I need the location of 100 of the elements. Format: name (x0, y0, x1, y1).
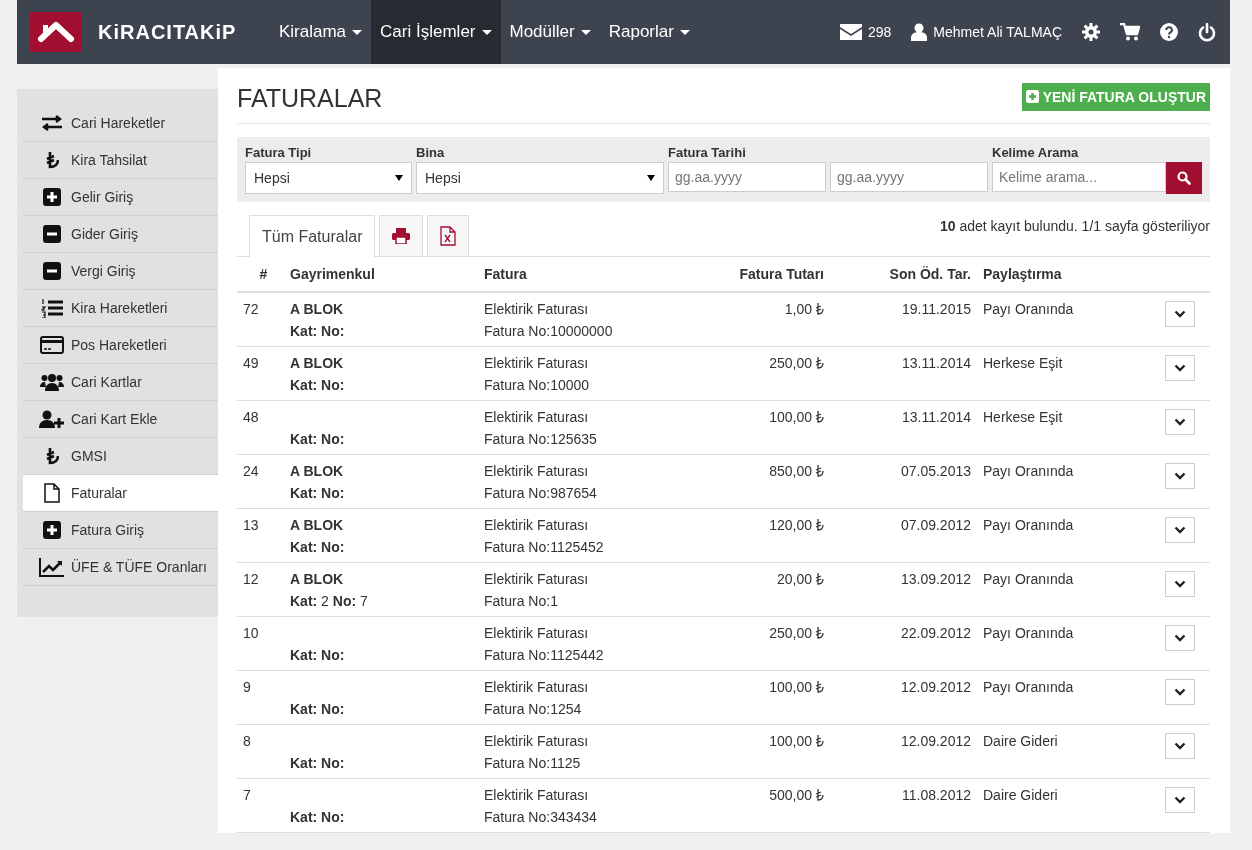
unit-info: Kat: No: (290, 430, 345, 449)
nav-menu-item[interactable]: Kiralama (270, 0, 372, 64)
unit-info: Kat: No: (290, 646, 345, 665)
chevron-down-icon (1174, 634, 1186, 642)
column-header: Gayrimenkul (290, 266, 376, 282)
invoice-type: Elektirik Faturası (484, 786, 589, 805)
building-select[interactable]: Hepsi (416, 162, 664, 194)
invoice-number: Fatura No:1125452 (484, 538, 604, 557)
lira-icon (815, 681, 824, 693)
lira-icon (815, 357, 824, 369)
amount-cell: 250,00 (699, 625, 832, 641)
row-dropdown-button[interactable] (1165, 301, 1195, 327)
spreadsheet-file-icon (440, 226, 457, 246)
table-cell-text: 12 (242, 571, 260, 587)
search-field[interactable]: Kelime arama... (992, 162, 1166, 192)
unit-info: Kat: No: (290, 808, 345, 827)
invoice-number: Fatura No:125635 (484, 430, 597, 449)
table-cell-text: Payı Oranında (982, 463, 1075, 479)
date-from-field[interactable]: gg.aa.yyyy (668, 162, 826, 192)
invoice-number: Fatura No:1125 (484, 754, 581, 773)
credit-card-icon (37, 336, 67, 354)
invoice-type: Elektirik Faturası (484, 300, 589, 319)
dropdown-arrow-icon (647, 175, 655, 181)
lira-icon (815, 573, 824, 585)
invoice-type: Elektirik Faturası (484, 516, 589, 535)
table-cell-text: 72 (242, 301, 260, 317)
invoice-type: Elektirik Faturası (484, 408, 589, 427)
nav-menu-item[interactable]: Modüller (500, 0, 600, 64)
row-dropdown-button[interactable] (1165, 733, 1195, 759)
amount-cell: 100,00 (699, 409, 832, 425)
invoice-type: Elektirik Faturası (484, 678, 589, 697)
help-icon[interactable] (1160, 23, 1178, 41)
nav-menu-item[interactable]: Cari İşlemler (371, 0, 501, 64)
settings-icon[interactable] (1082, 23, 1100, 41)
excel-tab[interactable] (427, 215, 470, 256)
chevron-down-icon (1174, 310, 1186, 318)
unit-info: Kat: 2 No: 7 (290, 592, 368, 611)
column-header: Paylaştırma (982, 266, 1063, 282)
house-logo-icon[interactable] (30, 12, 82, 52)
row-dropdown-button[interactable] (1165, 679, 1195, 705)
lira-icon (815, 519, 824, 531)
amount-cell: 850,00 (699, 463, 832, 479)
filter-label: Fatura Tarihi (668, 145, 746, 160)
plus-square-icon (1025, 90, 1039, 103)
building-name: A BLOK (290, 570, 344, 589)
user-link[interactable]: Mehmet Ali TALMAÇ (911, 23, 1062, 41)
chevron-down-icon (1174, 580, 1186, 588)
unit-info: Kat: No: (290, 376, 345, 395)
brand-name[interactable]: KiRACITAKiP (98, 20, 237, 44)
lira-icon (815, 627, 824, 639)
filter-label: Fatura Tipi (245, 145, 312, 160)
messages-link[interactable]: 298 (840, 24, 892, 40)
print-tab[interactable] (379, 215, 424, 256)
table-cell-text: 49 (242, 355, 260, 371)
table-cell-text: Herkese Eşit (982, 355, 1064, 371)
lira-icon (815, 411, 824, 423)
column-header: Fatura Tutarı (738, 266, 825, 282)
building-name: A BLOK (290, 300, 344, 319)
amount-cell: 100,00 (699, 679, 832, 695)
unit-info: Kat: No: (290, 700, 345, 719)
tab[interactable]: Tüm Faturalar (249, 215, 376, 257)
row-dropdown-button[interactable] (1165, 571, 1195, 597)
table-cell-text: Payı Oranında (982, 679, 1075, 695)
row-dropdown-button[interactable] (1165, 625, 1195, 651)
search-button[interactable] (1166, 162, 1202, 194)
amount-cell: 120,00 (699, 517, 832, 533)
cart-icon[interactable] (1120, 23, 1140, 41)
date-to-field[interactable]: gg.aa.yyyy (830, 162, 988, 192)
building-name: A BLOK (290, 462, 344, 481)
filter-label: Bina (416, 145, 445, 160)
nav-menu-item[interactable]: Raporlar (599, 0, 699, 64)
power-icon[interactable] (1198, 22, 1216, 42)
invoice-number: Fatura No:1125442 (484, 646, 604, 665)
row-dropdown-button[interactable] (1165, 517, 1195, 543)
chevron-down-icon (1174, 526, 1186, 534)
invoice-type: Elektirik Faturası (484, 570, 589, 589)
table-cell-text: 48 (242, 409, 260, 425)
invoice-number: Fatura No:343434 (484, 808, 597, 827)
table-cell-text: 19.11.2015 (900, 301, 972, 317)
lira-icon (815, 789, 824, 801)
column-header: # (258, 266, 269, 282)
page-title: FATURALAR (237, 83, 383, 113)
table-cell-text: 13 (242, 517, 260, 533)
invoice-number: Fatura No:1254 (484, 700, 582, 719)
unit-info: Kat: No: (290, 322, 345, 341)
dropdown-arrow-icon (395, 175, 403, 181)
chevron-down-icon (1174, 796, 1186, 804)
lira-icon (815, 303, 824, 315)
amount-cell: 100,00 (699, 733, 832, 749)
row-dropdown-button[interactable] (1165, 463, 1195, 489)
unit-info: Kat: No: (290, 484, 345, 503)
row-dropdown-button[interactable] (1165, 355, 1195, 381)
row-dropdown-button[interactable] (1165, 409, 1195, 435)
sidebar-item[interactable]: Faturalar (23, 475, 218, 512)
search-icon (1177, 171, 1191, 185)
building-name: A BLOK (290, 354, 344, 373)
invoice-type-select[interactable]: Hepsi (245, 162, 412, 194)
invoice-number: Fatura No:1 (484, 592, 558, 611)
row-dropdown-button[interactable] (1165, 787, 1195, 813)
chevron-down-icon (1174, 688, 1186, 696)
